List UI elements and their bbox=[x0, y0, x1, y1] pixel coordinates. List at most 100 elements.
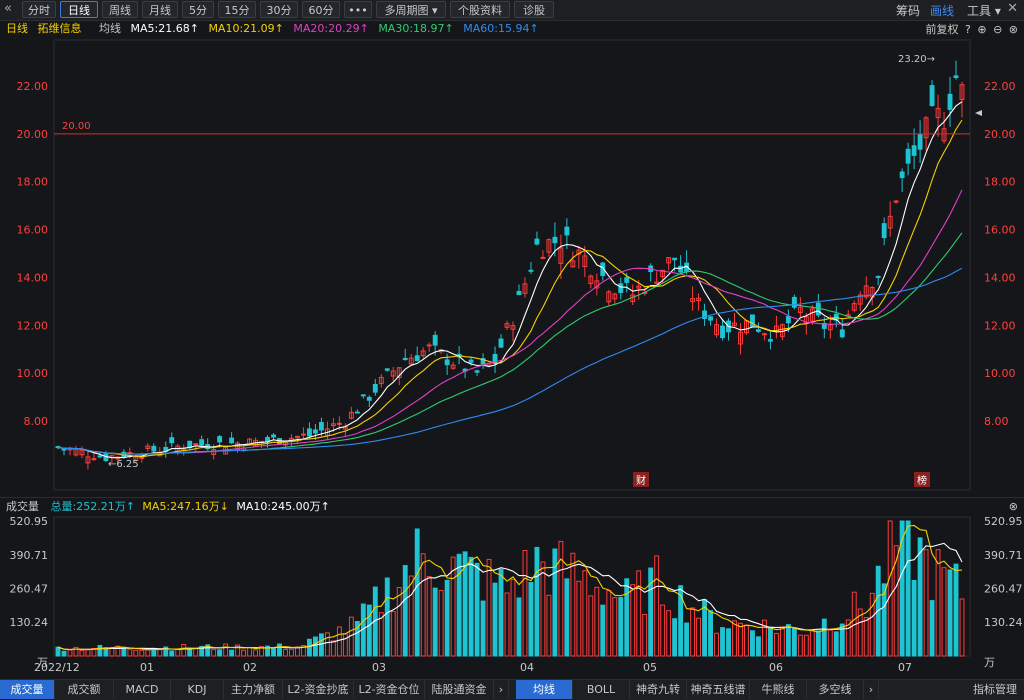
close-icon[interactable]: ✕ bbox=[1007, 1, 1018, 16]
volume-bar bbox=[474, 562, 480, 657]
price-y-axis-left: 22.00 20.00 18.00 16.00 14.00 12.00 10.00 8.00 bbox=[17, 80, 49, 428]
ma20-value: MA20:20.29↑ bbox=[293, 22, 369, 35]
tab-boll[interactable]: BOLL bbox=[573, 680, 630, 699]
btn-30min[interactable]: 30分 bbox=[260, 1, 298, 18]
btn-stock-profile[interactable]: 个股资料 bbox=[450, 1, 510, 18]
volume-bar bbox=[827, 629, 833, 657]
tab-bull-bear[interactable]: 牛熊线 bbox=[750, 680, 807, 699]
volume-bar bbox=[540, 561, 546, 657]
candle-body bbox=[899, 171, 905, 179]
volume-title[interactable]: 成交量 bbox=[6, 500, 39, 513]
btn-tools[interactable]: 工具 ▾ bbox=[967, 2, 1001, 19]
tab-macd[interactable]: MACD bbox=[114, 680, 171, 699]
candle-body bbox=[265, 437, 270, 442]
tab-volume[interactable]: 成交量 bbox=[0, 680, 55, 699]
tab-magic-nine[interactable]: 神奇九转 bbox=[630, 680, 687, 699]
candle-body bbox=[169, 437, 175, 444]
ma30-value: MA30:18.97↑ bbox=[378, 22, 454, 35]
volume-tick-left: 390.71 bbox=[10, 549, 49, 562]
zoom-in-icon[interactable]: ⊕ bbox=[977, 23, 986, 36]
btn-monthly[interactable]: 月线 bbox=[142, 1, 178, 18]
candles bbox=[55, 60, 965, 470]
btn-daily[interactable]: 日线 bbox=[60, 1, 98, 18]
ma5-value: MA5:21.68↑ bbox=[130, 22, 199, 35]
volume-tick-left: 260.47 bbox=[10, 583, 49, 596]
tab-ma[interactable]: 均线 bbox=[516, 680, 573, 699]
month-label: 06 bbox=[769, 661, 783, 674]
btn-15min[interactable]: 15分 bbox=[218, 1, 256, 18]
candle-body bbox=[881, 223, 887, 239]
candle-body bbox=[271, 434, 276, 438]
ma-label[interactable]: 均线 bbox=[99, 22, 121, 35]
btn-60min[interactable]: 60分 bbox=[302, 1, 340, 18]
volume-bar bbox=[905, 520, 911, 657]
candle-body bbox=[97, 455, 103, 458]
btn-multi-period[interactable]: 多周期图 ▾ bbox=[376, 1, 446, 18]
volume-bar bbox=[486, 558, 492, 657]
tab-l2-position[interactable]: L2-资金仓位 bbox=[354, 680, 425, 699]
btn-chips[interactable]: 筹码 bbox=[896, 2, 920, 19]
candle-body bbox=[312, 429, 318, 434]
volume-bar bbox=[492, 582, 498, 657]
volume-x-axis: 2022/12 01 02 03 04 05 06 07 bbox=[34, 661, 912, 674]
month-label: 03 bbox=[372, 661, 386, 674]
tabs-scroll-right-icon[interactable]: › bbox=[494, 680, 509, 699]
btn-weekly[interactable]: 周线 bbox=[102, 1, 138, 18]
zoom-out-icon[interactable]: ⊖ bbox=[993, 23, 1002, 36]
help-icon[interactable]: ? bbox=[965, 23, 971, 36]
volume-tick-right: 390.71 bbox=[984, 549, 1023, 562]
btn-intraday[interactable]: 分时 bbox=[22, 1, 56, 18]
volume-bar bbox=[959, 598, 965, 657]
tab-main-net[interactable]: 主力净额 bbox=[224, 680, 283, 699]
volume-close-icon[interactable]: ⊗ bbox=[1009, 498, 1018, 516]
candle-body bbox=[534, 238, 540, 245]
volume-bar bbox=[318, 633, 324, 657]
price-tick-left: 18.00 bbox=[17, 176, 49, 189]
volume-bar bbox=[797, 634, 803, 657]
price-tick-left: 16.00 bbox=[17, 224, 49, 237]
volume-bar bbox=[187, 647, 193, 657]
period-label: 日线 bbox=[6, 22, 28, 35]
volume-bar bbox=[312, 636, 318, 657]
price-plot-border bbox=[53, 39, 971, 491]
volume-bar bbox=[630, 584, 636, 657]
btn-more[interactable]: ••• bbox=[344, 1, 372, 18]
volume-bar bbox=[594, 586, 600, 657]
ref-line-label: 20.00 bbox=[62, 121, 91, 132]
btn-5min[interactable]: 5分 bbox=[182, 1, 214, 18]
volume-chart[interactable]: 520.95 520.95 390.71 390.71 260.47 260.47 130.… bbox=[0, 515, 1024, 679]
volume-bar bbox=[648, 567, 654, 657]
volume-bar bbox=[121, 648, 127, 657]
volume-bar bbox=[917, 537, 923, 657]
volume-bar bbox=[636, 570, 642, 657]
tab-long-short[interactable]: 多空线 bbox=[807, 680, 864, 699]
volume-bar bbox=[426, 576, 432, 657]
candle-body bbox=[61, 448, 67, 451]
indicator-manage-button[interactable]: 指标管理 bbox=[966, 680, 1024, 699]
candle-body bbox=[432, 334, 438, 346]
tab-turnover[interactable]: 成交额 bbox=[55, 680, 114, 699]
price-chart[interactable]: 22.0020.0018.0016.0014.0012.0010.008.00 … bbox=[0, 38, 1024, 496]
volume-bar bbox=[690, 607, 696, 657]
volume-bar bbox=[708, 610, 714, 657]
candle-body bbox=[474, 370, 480, 373]
candle-body bbox=[767, 339, 773, 342]
volume-bar bbox=[139, 649, 145, 657]
btn-diagnose[interactable]: 诊股 bbox=[514, 1, 554, 18]
candle-body bbox=[498, 338, 504, 348]
volume-header: 成交量 总量:252.21万↑ MA5:247.16万↓ MA10:245.00… bbox=[0, 497, 1024, 516]
tab-magic-five[interactable]: 神奇五线谱 bbox=[687, 680, 750, 699]
tabs-scroll-right-icon-2[interactable]: › bbox=[864, 680, 879, 699]
panel-close-icon[interactable]: ⊗ bbox=[1009, 23, 1018, 36]
back-chevron-icon[interactable]: « bbox=[4, 1, 12, 16]
volume-bar bbox=[779, 626, 785, 657]
volume-bar bbox=[714, 632, 719, 657]
tab-kdj[interactable]: KDJ bbox=[171, 680, 224, 699]
btn-draw[interactable]: 画线 bbox=[930, 2, 954, 19]
tab-l2-bottom[interactable]: L2-资金抄底 bbox=[283, 680, 354, 699]
candle-body bbox=[929, 85, 935, 107]
price-tick-right: 8.00 bbox=[984, 415, 1009, 428]
candle-body bbox=[540, 256, 546, 259]
adjust-dropdown[interactable]: 前复权 bbox=[926, 23, 959, 36]
tab-hk-connect[interactable]: 陆股通资金 bbox=[425, 680, 494, 699]
